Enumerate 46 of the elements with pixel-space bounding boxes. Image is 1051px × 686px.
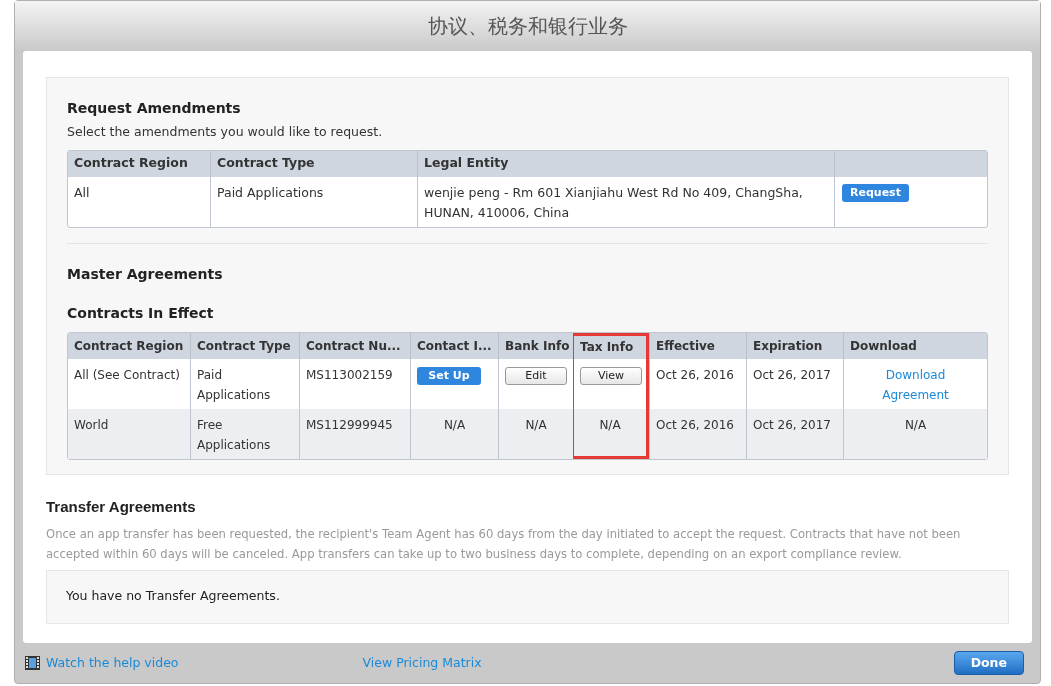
table-cell: Oct 26, 2017	[753, 367, 831, 382]
window-title: 协议、税务和银行业务	[427, 13, 628, 40]
transfer-description: Once an app transfer has been requested, the recipient's Team Agent has 60 days from the day initiated to accept the request. Contracts that have not been accepted within 60 days will be canceled. App transfers can take up to two business days to complete, depending on an export compliance review.	[46, 525, 962, 563]
table-cell: All (See Contract)	[74, 367, 180, 382]
pricing-matrix-link[interactable]: View Pricing Matrix	[362, 653, 482, 673]
column-header: Contract Region	[74, 154, 188, 173]
help-video-link[interactable]: Watch the help video	[46, 653, 179, 673]
table-cell: World	[74, 417, 109, 432]
column-header: Effective	[649, 332, 746, 359]
column-header: Contract Region	[73, 337, 185, 355]
section-subtitle: Select the amendments you would like to request.	[67, 123, 384, 141]
table-cell: N/A	[443, 417, 466, 432]
column-header: Contact I...	[410, 332, 498, 359]
empty-message: You have no Transfer Agreements.	[66, 587, 280, 606]
table-cell: All	[74, 184, 90, 200]
column-header: Expiration	[746, 332, 843, 359]
film-icon	[25, 656, 40, 670]
table-button[interactable]: View	[580, 366, 642, 385]
column-header: Contract Nu...	[299, 332, 410, 359]
column-header: Legal Entity	[424, 154, 509, 173]
column-header: Contract Type	[217, 154, 315, 173]
column-header: Tax Info	[573, 332, 649, 359]
section-heading: Contracts In Effect	[67, 303, 215, 323]
table-cell: MS112999945	[306, 417, 393, 432]
table-cell: N/A	[904, 417, 927, 432]
section-heading: Master Agreements	[67, 264, 224, 284]
table-cell: wenjie peng - Rm 601 Xianjiahu West Rd No 409, ChangSha, HUNAN, 410006, China	[424, 184, 803, 220]
column-header: Contract Type	[190, 332, 299, 359]
done-button[interactable]: Done	[953, 651, 1024, 675]
table-cell: N/A	[525, 417, 547, 432]
table-cell: MS113002159	[306, 367, 393, 382]
table-cell: N/A	[599, 417, 621, 432]
table-cell: Paid Applications	[197, 367, 271, 402]
column-header: Bank Info	[498, 332, 573, 359]
table-button[interactable]: Edit	[505, 366, 567, 385]
table-cell: Oct 26, 2016	[656, 417, 734, 432]
column-header: Download	[843, 332, 987, 359]
request-button[interactable]: Request	[842, 183, 909, 202]
table-cell: Oct 26, 2016	[656, 367, 734, 382]
section-heading: Request Amendments	[67, 99, 242, 118]
table-cell: Paid Applications	[217, 184, 324, 200]
table-cell: Oct 26, 2017	[753, 417, 831, 432]
table-cell: Free Applications	[197, 417, 271, 452]
download-link[interactable]: Download Agreement	[870, 364, 961, 405]
setup-button[interactable]: Set Up	[417, 366, 481, 385]
section-heading: Transfer Agreements	[46, 497, 197, 517]
